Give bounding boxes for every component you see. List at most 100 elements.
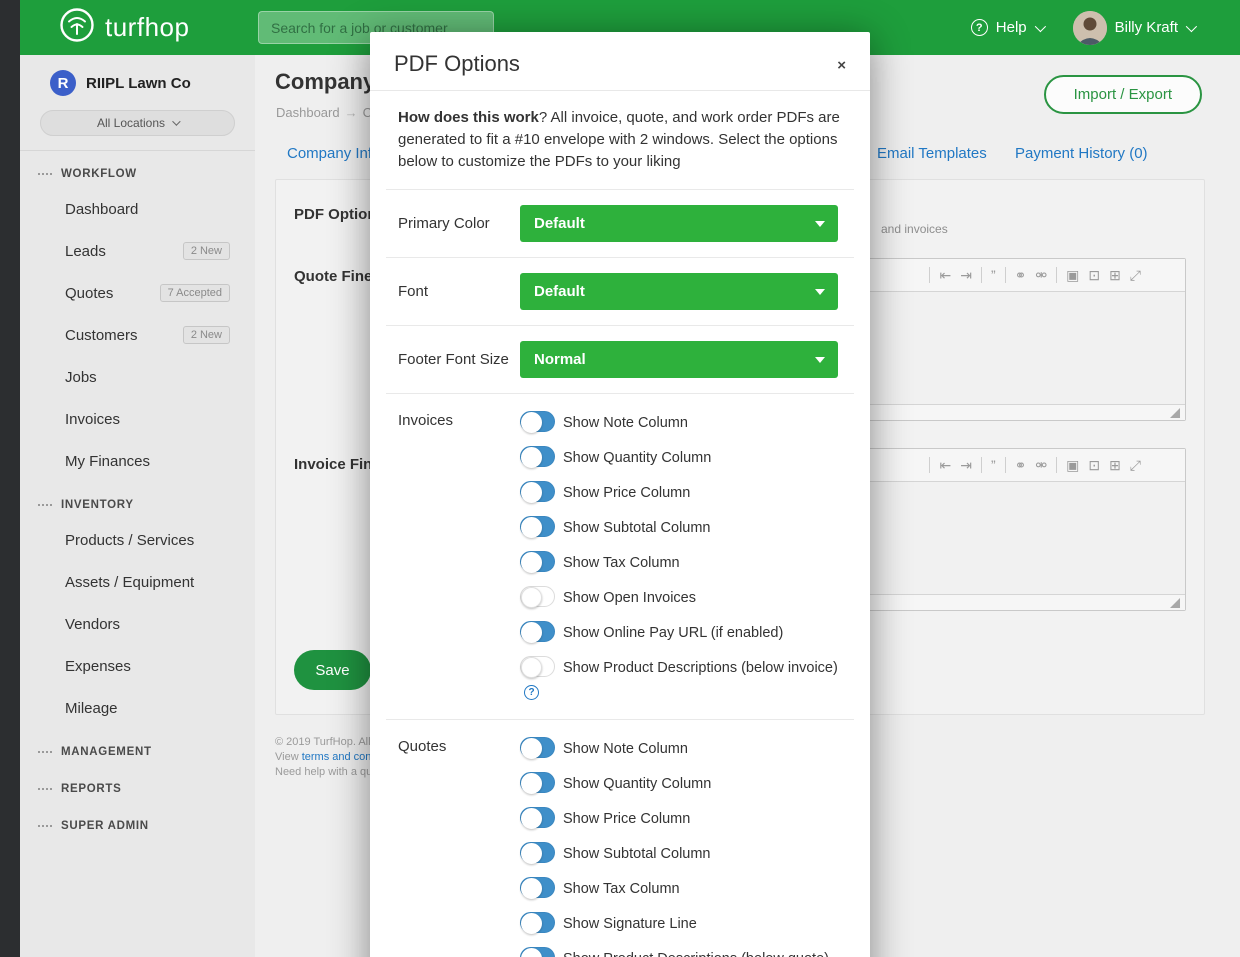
link-icon[interactable]: ⚭ bbox=[1015, 268, 1027, 282]
section-header-reports[interactable]: REPORTS bbox=[20, 766, 255, 803]
sidebar-item-vendors[interactable]: Vendors bbox=[20, 603, 255, 645]
toggle-row: Show Subtotal Column bbox=[520, 516, 842, 539]
toggle-switch[interactable] bbox=[520, 947, 555, 957]
toggle-label: Show Note Column bbox=[563, 415, 688, 431]
import-export-button[interactable]: Import / Export bbox=[1044, 75, 1202, 114]
sidebar-item-assets-equipment[interactable]: Assets / Equipment bbox=[20, 561, 255, 603]
resize-grip[interactable] bbox=[1170, 598, 1180, 608]
help-label: Help bbox=[996, 19, 1027, 36]
help-icon[interactable]: ? bbox=[524, 685, 539, 700]
toggle-row: Show Online Pay URL (if enabled) bbox=[520, 621, 842, 644]
maximize-icon[interactable]: ⤢ bbox=[1130, 458, 1141, 472]
toggle-label: Show Note Column bbox=[563, 741, 688, 757]
image-icon[interactable]: ▣ bbox=[1066, 458, 1079, 472]
unlink-icon[interactable]: ⚮ bbox=[1035, 458, 1047, 472]
invoice-fineprint-label: Invoice Fine bbox=[294, 456, 381, 473]
toggle-switch[interactable] bbox=[520, 656, 555, 677]
section-header-workflow: WORKFLOW bbox=[20, 151, 255, 188]
caret-down-icon bbox=[815, 289, 825, 295]
toggle-switch[interactable] bbox=[520, 737, 555, 758]
user-menu[interactable]: Billy Kraft bbox=[1073, 11, 1194, 45]
toggle-switch[interactable] bbox=[520, 621, 555, 642]
section-dash-icon bbox=[38, 825, 52, 827]
sidebar-item-my-finances[interactable]: My Finances bbox=[20, 440, 255, 482]
toggle-label: Show Subtotal Column bbox=[563, 520, 711, 536]
location-selector[interactable]: All Locations bbox=[40, 110, 235, 136]
chevron-down-icon bbox=[172, 117, 180, 125]
placeholder-image-icon[interactable]: ⊡ bbox=[1088, 268, 1100, 282]
toggle-switch[interactable] bbox=[520, 877, 555, 898]
section-header-management[interactable]: MANAGEMENT bbox=[20, 729, 255, 766]
terms-link[interactable]: terms and cond bbox=[302, 751, 378, 763]
resize-grip[interactable] bbox=[1170, 408, 1180, 418]
font-select[interactable]: Default bbox=[520, 273, 838, 310]
tab-email-templates[interactable]: Email Templates bbox=[877, 145, 987, 162]
save-button[interactable]: Save bbox=[294, 650, 371, 690]
blockquote-icon[interactable]: ” bbox=[991, 268, 996, 282]
row-font: Font Default bbox=[386, 257, 854, 325]
close-icon[interactable]: × bbox=[837, 51, 846, 74]
breadcrumb: Dashboard→C bbox=[276, 105, 372, 120]
question-circle-icon: ? bbox=[971, 19, 988, 36]
indent-icon[interactable]: ⇥ bbox=[960, 458, 972, 472]
sidebar-item-customers[interactable]: Customers2 New bbox=[20, 314, 255, 356]
toggle-switch[interactable] bbox=[520, 772, 555, 793]
toggle-row: Show Quantity Column bbox=[520, 446, 842, 469]
toggle-label: Show Open Invoices bbox=[563, 590, 696, 606]
brand-logo[interactable]: turfhop bbox=[58, 6, 254, 49]
breadcrumb-home[interactable]: Dashboard bbox=[276, 105, 340, 120]
toggle-label: Show Signature Line bbox=[563, 916, 697, 932]
location-label: All Locations bbox=[97, 116, 165, 130]
toggle-row: Show Product Descriptions (below quote) … bbox=[520, 947, 842, 957]
outdent-icon[interactable]: ⇤ bbox=[939, 268, 951, 282]
table-icon[interactable]: ⊞ bbox=[1109, 268, 1121, 282]
quotes-toggles: Show Note Column Show Quantity Column Sh… bbox=[520, 737, 842, 957]
sidebar-item-invoices[interactable]: Invoices bbox=[20, 398, 255, 440]
toggle-label: Show Product Descriptions (below invoice… bbox=[563, 660, 838, 676]
invoices-toggles: Show Note Column Show Quantity Column Sh… bbox=[520, 411, 842, 702]
sidebar-item-dashboard[interactable]: Dashboard bbox=[20, 188, 255, 230]
blockquote-icon[interactable]: ” bbox=[991, 458, 996, 472]
breadcrumb-arrow-icon: → bbox=[345, 105, 358, 120]
toggle-row: Show Note Column bbox=[520, 411, 842, 434]
toggle-row: Show Note Column bbox=[520, 737, 842, 760]
turfhop-logo-icon bbox=[58, 6, 96, 49]
toggle-switch[interactable] bbox=[520, 551, 555, 572]
sidebar-item-mileage[interactable]: Mileage bbox=[20, 687, 255, 729]
footer-font-size-select[interactable]: Normal bbox=[520, 341, 838, 378]
tab-payment-history[interactable]: Payment History (0) bbox=[1015, 145, 1148, 162]
indent-icon[interactable]: ⇥ bbox=[960, 268, 972, 282]
sidebar-item-leads[interactable]: Leads2 New bbox=[20, 230, 255, 272]
sidebar-item-jobs[interactable]: Jobs bbox=[20, 356, 255, 398]
row-quotes: Quotes Show Note Column Show Quantity Co… bbox=[386, 719, 854, 957]
section-dash-icon bbox=[38, 788, 52, 790]
maximize-icon[interactable]: ⤢ bbox=[1130, 268, 1141, 282]
unlink-icon[interactable]: ⚮ bbox=[1035, 268, 1047, 282]
avatar bbox=[1073, 11, 1107, 45]
section-dash-icon bbox=[38, 751, 52, 753]
toggle-switch[interactable] bbox=[520, 912, 555, 933]
toggle-switch[interactable] bbox=[520, 807, 555, 828]
sidebar-item-products-services[interactable]: Products / Services bbox=[20, 519, 255, 561]
toggle-switch[interactable] bbox=[520, 516, 555, 537]
link-icon[interactable]: ⚭ bbox=[1015, 458, 1027, 472]
toggle-switch[interactable] bbox=[520, 481, 555, 502]
image-icon[interactable]: ▣ bbox=[1066, 268, 1079, 282]
outdent-icon[interactable]: ⇤ bbox=[939, 458, 951, 472]
toggle-switch[interactable] bbox=[520, 411, 555, 432]
sidebar-item-quotes[interactable]: Quotes7 Accepted bbox=[20, 272, 255, 314]
tab-company-info[interactable]: Company Inf bbox=[287, 145, 372, 162]
primary-color-select[interactable]: Default bbox=[520, 205, 838, 242]
quote-fineprint-label: Quote Finep bbox=[294, 268, 382, 285]
toggle-switch[interactable] bbox=[520, 446, 555, 467]
toolbar-separator bbox=[929, 457, 930, 473]
fineprint-helper-text: and invoices bbox=[881, 222, 948, 236]
chevron-down-icon bbox=[1034, 20, 1045, 31]
section-header-super-admin[interactable]: SUPER ADMIN bbox=[20, 803, 255, 840]
toggle-switch[interactable] bbox=[520, 586, 555, 607]
sidebar-item-expenses[interactable]: Expenses bbox=[20, 645, 255, 687]
placeholder-image-icon[interactable]: ⊡ bbox=[1088, 458, 1100, 472]
table-icon[interactable]: ⊞ bbox=[1109, 458, 1121, 472]
toggle-switch[interactable] bbox=[520, 842, 555, 863]
help-menu[interactable]: ? Help bbox=[971, 19, 1043, 36]
